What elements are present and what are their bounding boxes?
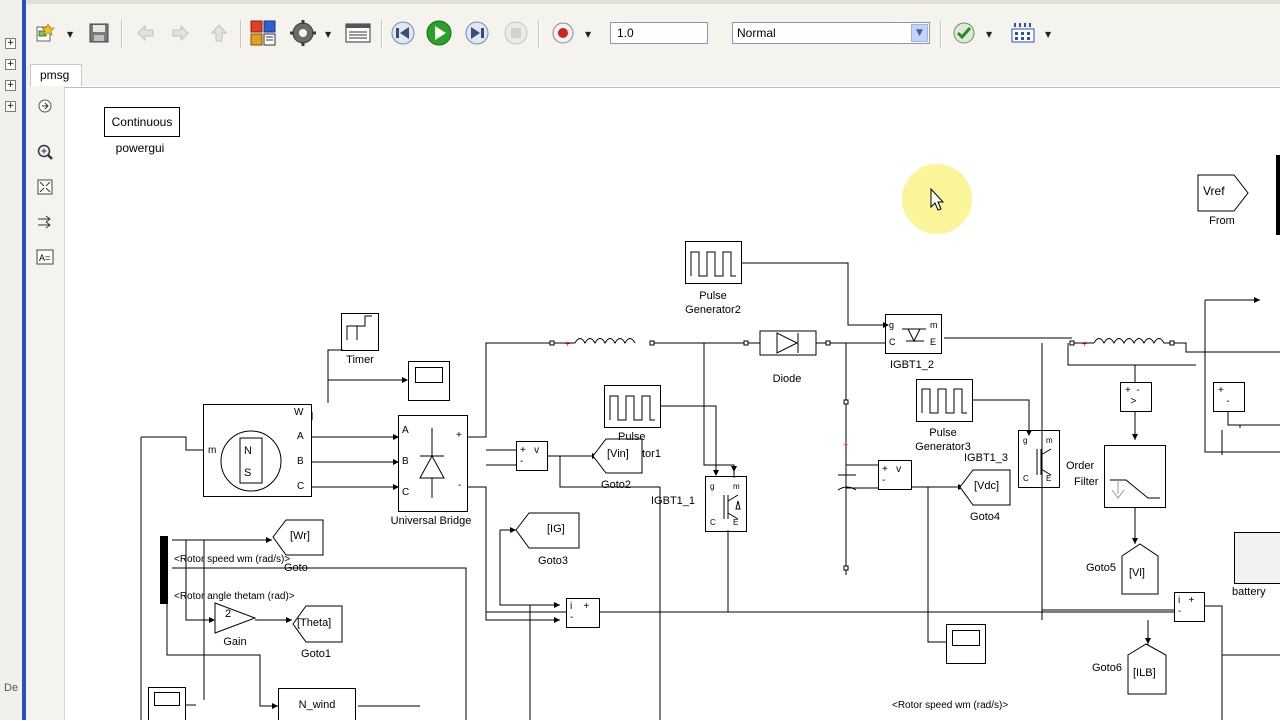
ub-port-a: A <box>402 425 409 436</box>
ub-port-c: C <box>402 487 410 498</box>
port-c: C <box>297 481 305 492</box>
gain-block[interactable]: 2 <box>214 602 257 634</box>
goto3-label: Goto3 <box>538 555 568 567</box>
ub-port-plus: + <box>456 430 462 441</box>
voltage-meter-2[interactable]: + v- <box>878 460 912 490</box>
n-wind-block[interactable]: N_wind <box>278 688 356 720</box>
svg-text:m: m <box>1046 436 1053 445</box>
igbt-symbol: g m C E <box>1023 436 1053 483</box>
svg-text:m: m <box>930 320 938 330</box>
rotor-speed-bottom-signal: <Rotor speed wm (rad/s)> <box>892 700 1009 711</box>
powergui-block[interactable]: Continuous <box>104 107 180 137</box>
svg-text:E: E <box>733 518 738 527</box>
port-w: W <box>294 407 304 418</box>
rotor-angle-signal: <Rotor angle thetam (rad)> <box>174 591 295 602</box>
voltage-meter-1[interactable]: + v- <box>516 441 548 471</box>
goto6-label: Goto6 <box>1092 662 1122 674</box>
scope-block-1[interactable] <box>408 361 450 401</box>
port-m: m <box>208 445 217 456</box>
gain-label: Gain <box>223 636 247 648</box>
ub-port-b: B <box>402 456 409 467</box>
timer-block[interactable] <box>341 313 379 351</box>
igbt1-2-label: IGBT1_2 <box>889 359 935 371</box>
goto4-label: Goto4 <box>970 511 1000 523</box>
port-b: B <box>297 456 304 467</box>
pulse-generator2-block[interactable] <box>685 241 742 284</box>
svg-text:C: C <box>889 337 896 347</box>
igbt1-1-label: IGBT1_1 <box>651 495 696 507</box>
current-meter[interactable]: + - <box>1213 382 1245 412</box>
scope-screen <box>415 367 443 383</box>
right-edge-block <box>1276 155 1280 235</box>
ig-tag-text: [IG] <box>547 523 565 535</box>
port-a: A <box>297 431 304 442</box>
svg-text:E: E <box>1046 474 1051 483</box>
svg-text:+: + <box>565 339 570 349</box>
igbt1-3-label: IGBT1_3 <box>964 452 1009 464</box>
diode-label: Diode <box>772 373 802 385</box>
svg-text:m: m <box>733 482 740 491</box>
scope-block-3[interactable] <box>148 687 186 720</box>
rotor-speed-signal: <Rotor speed wm (rad/s)> <box>174 554 291 565</box>
from-vref-text: Vref <box>1203 184 1225 198</box>
current-meter-3[interactable]: i + - <box>1174 592 1205 622</box>
lowpass-filter-block[interactable] <box>1104 445 1166 508</box>
pulse-generator3-label: Pulse Generator3 <box>915 427 971 453</box>
current-meter-2[interactable]: i + - <box>566 598 600 628</box>
battery-label: battery <box>1232 586 1266 598</box>
wiring-diagram: + + + 2 N S <box>140 164 1280 720</box>
igbt1-1-block[interactable]: g m C E <box>705 476 747 532</box>
igbt1-2-block[interactable]: gCmE <box>885 314 942 354</box>
svg-text:E: E <box>930 337 936 347</box>
goto1-label: Goto1 <box>301 648 331 660</box>
capacitor-block[interactable]: + <box>837 399 857 571</box>
svg-text:g: g <box>889 320 894 330</box>
svg-text:g: g <box>1023 436 1027 445</box>
pulse-generator3-block[interactable] <box>916 379 973 422</box>
filter-label: Order <box>1066 460 1095 472</box>
filter-label-2: Filter <box>1074 476 1099 488</box>
diode-block[interactable] <box>743 330 831 356</box>
theta-tag-text: [Theta] <box>297 617 332 629</box>
svg-text:g: g <box>710 482 714 491</box>
goto5-label: Goto5 <box>1086 562 1116 574</box>
timer-label: Timer <box>346 354 374 366</box>
ilb-tag-text: [ILB] <box>1133 667 1156 679</box>
igbt1-3-block[interactable]: g m C E <box>1018 430 1060 488</box>
goto2-label: Goto2 <box>601 479 631 491</box>
scope-block-2[interactable] <box>946 624 986 664</box>
wr-tag-text: [Wr] <box>290 530 310 542</box>
battery-block[interactable] <box>1234 532 1280 584</box>
vdc-tag-text: [Vdc] <box>974 480 1000 492</box>
pulse-generator2-label: Pulse Generator2 <box>685 290 741 316</box>
scope-screen <box>952 630 980 646</box>
svg-text:+: + <box>1082 339 1087 349</box>
from-label: From <box>1209 215 1235 227</box>
voltage-meter-3[interactable]: + - > <box>1120 382 1152 412</box>
svg-text:2: 2 <box>225 608 231 620</box>
svg-text:C: C <box>1023 474 1029 483</box>
ub-port-minus: - <box>458 480 462 491</box>
igbt-symbol: g m C E <box>710 482 741 527</box>
vin-tag-text: [Vin] <box>607 448 629 460</box>
inductor-2[interactable]: + <box>1069 338 1175 350</box>
svg-text:+: + <box>843 440 848 450</box>
bus-selector-bar[interactable] <box>160 536 168 604</box>
pulse-generator1-label-2: tor1 <box>642 448 661 460</box>
inductor-1[interactable]: + <box>549 338 655 350</box>
pulse-generator1-label: Pulse <box>618 431 646 443</box>
powergui-label: powergui <box>115 141 165 155</box>
pulse-generator1-block[interactable] <box>604 385 661 428</box>
vl-tag-text: [Vl] <box>1129 567 1145 579</box>
igbt-symbol: gCmE <box>889 320 938 347</box>
scope-screen <box>154 692 180 706</box>
svg-text:C: C <box>710 518 716 527</box>
universal-bridge-label: Universal Bridge <box>390 515 472 527</box>
